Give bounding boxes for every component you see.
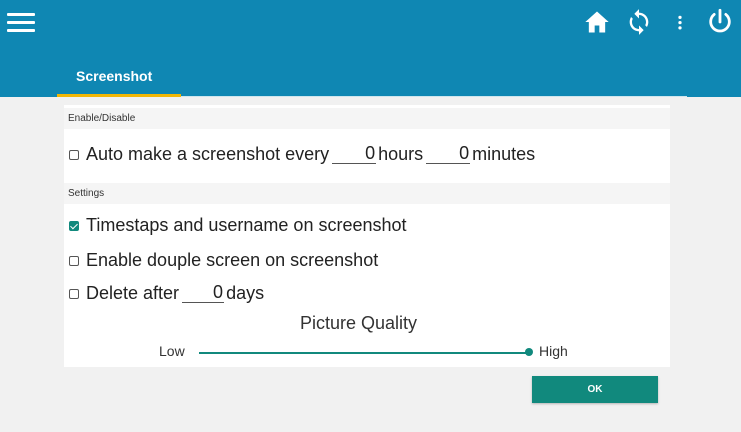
hours-unit-label: hours [378,144,424,164]
days-unit-label: days [226,283,265,303]
delete-after-row: Delete after 0 days [69,282,264,304]
timestamps-label: Timestaps and username on screenshot [86,215,407,235]
delete-after-checkbox[interactable] [69,289,79,299]
slider-low-label: Low [159,343,185,359]
auto-screenshot-checkbox[interactable] [69,150,79,160]
double-screen-row: Enable douple screen on screenshot [69,250,378,271]
picture-quality-label: Picture Quality [300,313,418,333]
more-vertical-icon[interactable] [671,8,689,36]
timestamps-checkbox[interactable] [69,221,79,231]
picture-quality-slider[interactable] [199,348,533,356]
tab-label: Screenshot [76,68,153,84]
tab-divider [181,96,687,97]
minutes-input[interactable]: 0 [426,143,471,164]
ok-button[interactable]: OK [532,376,658,403]
tab-screenshot[interactable]: Screenshot [57,56,181,97]
double-screen-checkbox[interactable] [69,256,79,266]
section-header-enable-disable: Enable/Disable [64,108,670,129]
section-header-settings: Settings [64,183,670,204]
hours-input[interactable]: 0 [332,143,377,164]
delete-after-label: Delete after [86,283,180,303]
settings-card: Enable/Disable Auto make a screenshot ev… [64,105,670,367]
tab-active-indicator [57,94,181,97]
sync-icon[interactable] [625,8,653,36]
minutes-unit-label: minutes [472,144,536,164]
picture-quality-slider-row: Low High [64,343,670,363]
double-screen-label: Enable douple screen on screenshot [86,250,379,270]
top-app-bar: Screenshot [0,0,741,97]
slider-thumb[interactable] [525,348,533,356]
power-icon[interactable] [706,8,734,36]
menu-icon[interactable] [4,10,38,36]
days-input[interactable]: 0 [182,282,225,303]
auto-screenshot-label: Auto make a screenshot every [86,144,330,164]
timestamps-row: Timestaps and username on screenshot [69,215,407,236]
slider-high-label: High [539,343,568,359]
slider-track [199,352,529,354]
auto-screenshot-row: Auto make a screenshot every 0 hours 0 m… [69,143,535,165]
home-icon[interactable] [583,8,611,36]
